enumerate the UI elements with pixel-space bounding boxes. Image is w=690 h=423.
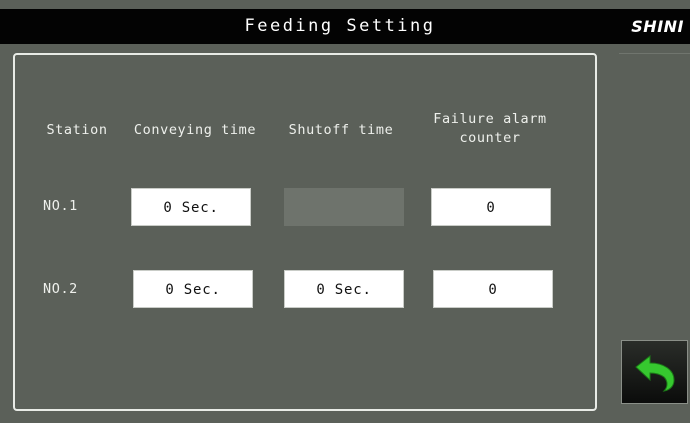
column-header-conveying-time: Conveying time — [133, 122, 257, 138]
back-button[interactable] — [621, 340, 688, 404]
conveying-time-field-no1[interactable]: 0 Sec. — [131, 188, 251, 226]
column-header-failure-alarm-counter: Failure alarm counter — [425, 110, 555, 148]
column-header-station: Station — [46, 122, 108, 138]
page-title: Feeding Setting — [244, 16, 436, 36]
top-strip — [0, 0, 690, 9]
title-bar: Feeding Setting SHINI — [0, 9, 690, 44]
settings-panel: Station Conveying time Shutoff time Fail… — [13, 53, 597, 411]
return-arrow-icon — [635, 354, 675, 392]
column-header-failure-alarm-line2: counter — [459, 130, 521, 146]
side-divider — [619, 53, 690, 54]
brand-logo: SHINI — [631, 17, 684, 36]
shutoff-time-field-no2[interactable]: 0 Sec. — [284, 270, 404, 308]
failure-alarm-counter-field-no1[interactable]: 0 — [431, 188, 551, 226]
station-label-no1: NO.1 — [43, 198, 78, 214]
station-label-no2: NO.2 — [43, 281, 78, 297]
column-header-shutoff-time: Shutoff time — [288, 122, 394, 138]
failure-alarm-counter-field-no2[interactable]: 0 — [433, 270, 553, 308]
column-header-failure-alarm-line1: Failure alarm — [433, 111, 547, 127]
shutoff-time-field-no1-disabled — [284, 188, 404, 226]
conveying-time-field-no2[interactable]: 0 Sec. — [133, 270, 253, 308]
